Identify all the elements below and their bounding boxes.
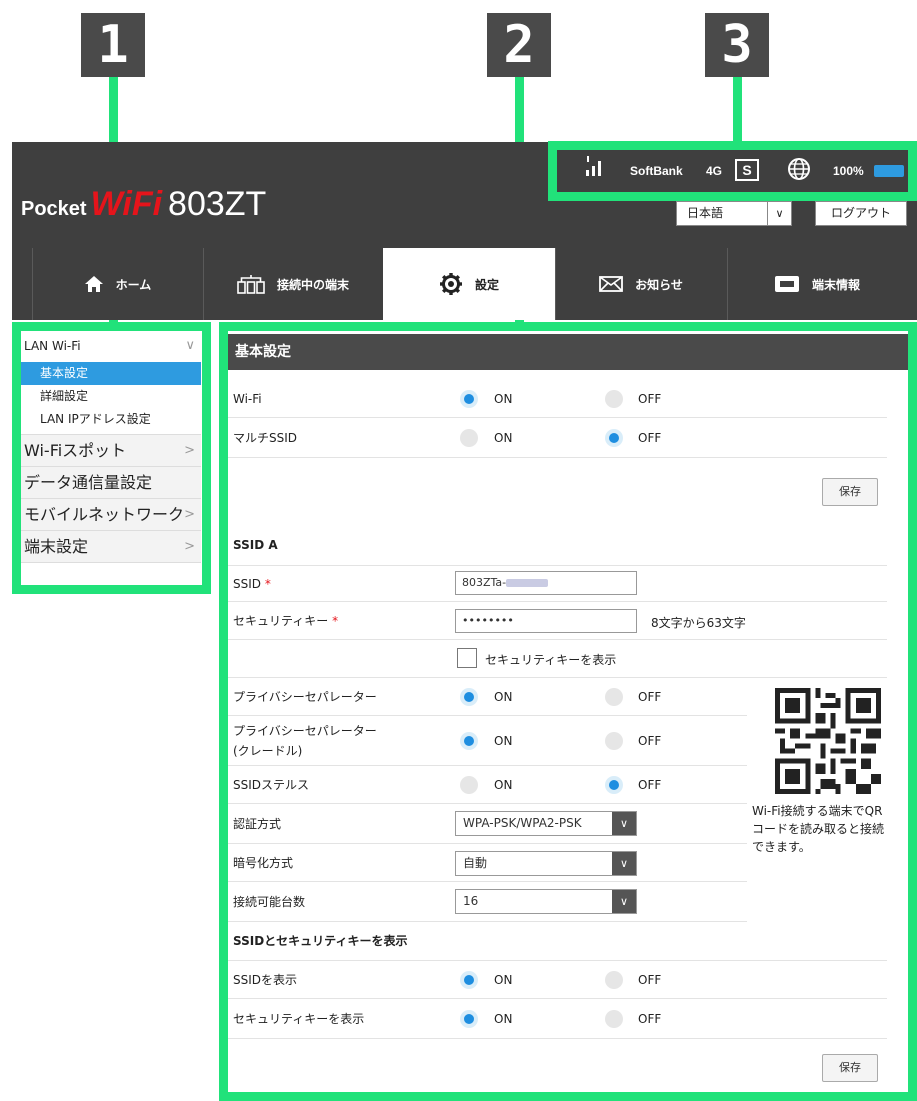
callout-3: 3	[705, 13, 769, 77]
callout-3-line	[733, 77, 742, 145]
highlight-box-1	[12, 322, 211, 594]
tab-notice[interactable]: お知らせ	[555, 248, 727, 320]
gear-icon	[439, 273, 462, 295]
logout-button[interactable]: ログアウト	[815, 201, 907, 226]
tab-home-label: ホーム	[115, 277, 152, 292]
chevron-down-icon: ∨	[767, 202, 791, 225]
logo-pocket: Pocket	[21, 198, 87, 220]
logo: Pocket WiFi 803ZT	[21, 185, 266, 224]
tab-device-info-label: 端末情報	[811, 277, 860, 292]
devices-icon	[237, 275, 265, 294]
tab-notice-label: お知らせ	[635, 277, 683, 292]
highlight-box-2	[219, 322, 917, 1101]
logo-model: 803ZT	[168, 185, 267, 223]
mail-icon	[599, 276, 624, 292]
language-value: 日本語	[687, 206, 724, 220]
callout-1: 1	[81, 13, 145, 77]
language-select[interactable]: 日本語 ∨	[676, 201, 792, 226]
tab-devices[interactable]: 接続中の端末	[203, 248, 383, 320]
tab-settings-label: 設定	[474, 277, 499, 292]
logo-wifi: WiFi	[90, 185, 163, 223]
tab-devices-label: 接続中の端末	[276, 277, 349, 292]
highlight-box-3	[548, 141, 917, 201]
home-icon	[84, 276, 103, 292]
tab-home[interactable]: ホーム	[32, 248, 203, 320]
tab-device-info[interactable]: 端末情報	[727, 248, 907, 320]
tab-settings[interactable]: 設定	[383, 248, 555, 320]
callout-2: 2	[487, 13, 551, 77]
device-info-icon	[774, 276, 799, 292]
